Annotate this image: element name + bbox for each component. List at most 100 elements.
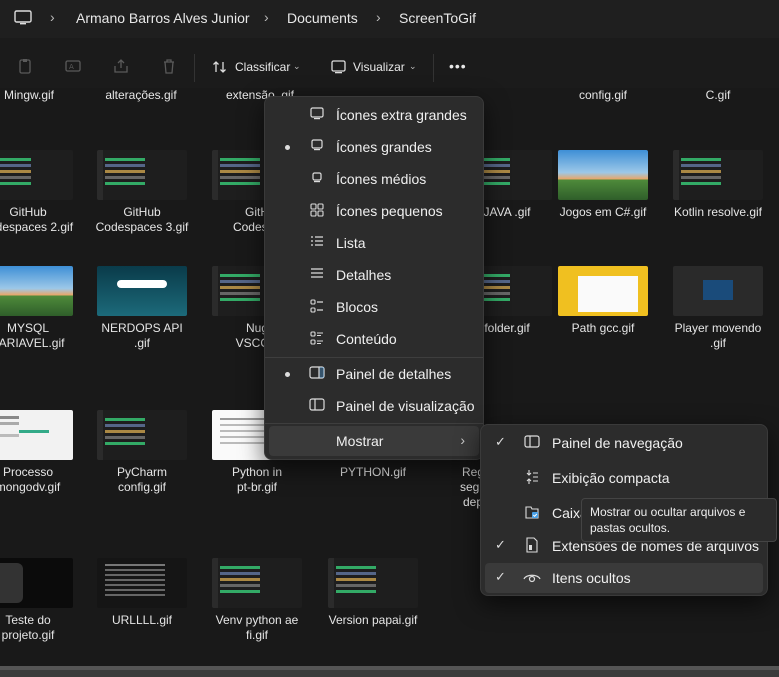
monitor-icon [309,171,325,187]
monitor-icon [309,107,325,123]
file-name: NERDOPS API .gif [101,321,183,350]
file-item[interactable]: Kotlin resolve.gif [663,150,773,220]
file-item[interactable]: GitHub codespaces 2.gif [0,150,83,235]
file-thumbnail [97,410,187,460]
file-item[interactable]: Path gcc.gif [548,266,658,336]
svg-text:A: A [69,63,74,71]
menu-item-label: Ícones grandes [336,139,432,155]
file-name: URLLLL.gif [111,613,173,627]
file-extension-icon [523,537,541,555]
menu-item-label: Ícones médios [336,171,427,187]
menu-item-large-icons[interactable]: Ícones grandes [269,132,479,162]
computer-icon[interactable] [14,10,32,31]
file-thumbnail [212,558,302,608]
details-pane-icon [309,366,325,382]
file-name: Kotlin resolve.gif [673,205,763,219]
file-item[interactable]: Version papai.gif [318,558,428,628]
file-item[interactable]: GitHub Codespaces 3.gif [87,150,197,235]
menu-item-show[interactable]: Mostrar › [269,426,479,456]
file-item[interactable]: PyCharm config.gif [87,410,197,495]
menu-item-small-icons[interactable]: Ícones pequenos [269,196,479,226]
file-thumbnail [0,266,73,316]
menu-item-label: Ícones extra grandes [336,107,467,123]
file-name: Player movendo .gif [674,321,762,350]
file-name: MYSQL VARIAVEL.gif [0,321,65,350]
file-item[interactable]: MYSQL VARIAVEL.gif [0,266,83,351]
checkbox-icon [523,504,541,522]
file-name: PyCharm config.gif [116,465,167,494]
menu-item-content[interactable]: Conteúdo [269,324,479,354]
menu-item-label: Blocos [336,299,379,315]
menu-item-label: Lista [336,235,366,251]
file-item[interactable]: Processo mongodv.gif [0,410,83,495]
sort-icon[interactable] [212,59,228,80]
file-name: GitHub Codespaces 3.gif [95,205,189,234]
check-icon: ✓ [495,537,506,552]
file-name: Venv python ae fi.gif [215,613,299,642]
submenu-item-label: Itens ocultos [552,570,631,586]
menu-item-list[interactable]: Lista [269,228,479,258]
menu-item-label: Ícones pequenos [336,203,443,219]
menu-item-medium-icons[interactable]: Ícones médios [269,164,479,194]
menu-item-details-pane[interactable]: Painel de detalhes [269,359,479,389]
file-item[interactable]: alterações.gif [86,88,196,103]
file-item[interactable]: config.gif [548,88,658,103]
file-item[interactable]: C.gif [663,88,773,103]
file-thumbnail [558,150,648,200]
submenu-item-compact-view[interactable]: Exibição compacta [485,463,763,493]
file-thumbnail [0,150,73,200]
submenu-item-hidden-items[interactable]: ✓ Itens ocultos [485,563,763,593]
eye-icon [523,569,541,587]
menu-divider [265,357,483,358]
view-button[interactable]: Visualizar [353,60,405,74]
menu-item-label: Painel de visualização [336,398,475,414]
paste-icon[interactable] [17,58,33,74]
file-item[interactable]: Jogos em C#.gif [548,150,658,220]
menu-item-details[interactable]: Detalhes [269,260,479,290]
sort-button[interactable]: Classificar [235,60,290,74]
chevron-right-icon: › [460,432,465,448]
file-thumbnail [558,266,648,316]
file-item[interactable]: Mingw.gif [0,88,84,103]
file-item[interactable]: NERDOPS API .gif [87,266,197,351]
file-thumbnail [328,558,418,608]
file-thumbnail [673,266,763,316]
menu-item-label: Conteúdo [336,331,397,347]
monitor-icon [309,139,325,155]
file-item[interactable]: Venv python ae fi.gif [202,558,312,643]
breadcrumb-user[interactable]: Armano Barros Alves Junior [76,10,250,26]
file-name: Teste do projeto.gif [1,613,55,642]
selected-bullet-icon [285,145,290,150]
submenu-item-label: Painel de navegação [552,435,683,451]
menu-item-extra-large-icons[interactable]: Ícones extra grandes [269,100,479,130]
share-icon[interactable] [113,58,129,74]
file-name: config.gif [578,88,628,102]
menu-item-preview-pane[interactable]: Painel de visualização [269,391,479,421]
menu-item-label: Detalhes [336,267,392,283]
file-name: Mingw.gif [3,88,55,102]
check-icon: ✓ [495,434,506,449]
file-name: Path gcc.gif [571,321,635,335]
file-thumbnail [97,150,187,200]
menu-item-tiles[interactable]: Blocos [269,292,479,322]
tiles-icon [309,299,325,315]
submenu-item-navigation-pane[interactable]: ✓ Painel de navegação [485,428,763,458]
file-item[interactable]: URLLLL.gif [87,558,197,628]
chevron-right-icon: › [264,9,269,25]
view-icon[interactable] [331,60,346,79]
delete-icon[interactable] [161,58,177,74]
file-name: PYTHON.gif [339,465,406,479]
compact-view-icon [523,469,541,487]
check-icon: ✓ [495,569,506,584]
breadcrumb-screentogif[interactable]: ScreenToGif [399,10,476,26]
file-item[interactable]: Teste do projeto.gif [0,558,83,643]
file-thumbnail [97,266,187,316]
file-item[interactable]: Player movendo .gif [663,266,773,351]
file-name: GitHub codespaces 2.gif [0,205,74,234]
more-options-button[interactable]: ••• [449,58,467,74]
address-bar[interactable]: › Armano Barros Alves Junior › Documents… [0,0,779,39]
file-name: C.gif [705,88,731,102]
breadcrumb-documents[interactable]: Documents [287,10,358,26]
rename-icon[interactable]: A [65,58,81,74]
taskbar-strip [0,666,779,677]
